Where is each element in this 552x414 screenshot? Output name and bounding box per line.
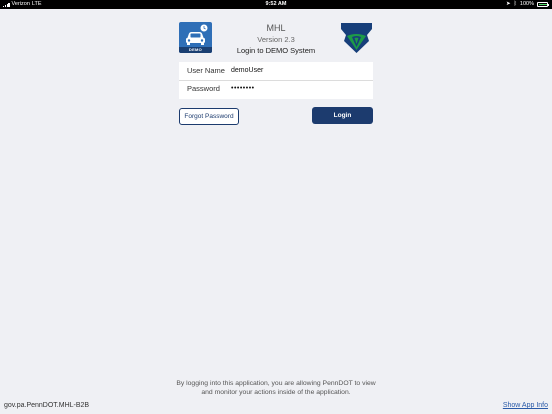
forgot-password-button[interactable]: Forgot Password bbox=[179, 108, 239, 125]
bluetooth-icon: ᛒ bbox=[513, 1, 517, 7]
login-form: User Name demoUser Password •••••••• bbox=[179, 62, 373, 99]
username-field[interactable]: demoUser bbox=[231, 62, 263, 80]
username-row: User Name demoUser bbox=[179, 62, 373, 81]
privacy-disclaimer: By logging into this application, you ar… bbox=[150, 379, 402, 397]
password-field[interactable]: •••••••• bbox=[231, 80, 255, 98]
disclaimer-line-1: By logging into this application, you ar… bbox=[176, 380, 376, 387]
battery-fill bbox=[538, 3, 548, 6]
penndot-keystone-logo bbox=[341, 23, 372, 53]
status-bar-right: ➤ ᛒ 100% bbox=[506, 0, 549, 9]
location-icon: ➤ bbox=[506, 1, 511, 7]
app-version: Version 2.3 bbox=[257, 35, 295, 44]
login-button[interactable]: Login bbox=[312, 107, 373, 124]
battery-percent: 100% bbox=[519, 1, 534, 7]
bundle-id: gov.pa.PennDOT.MHL-B2B bbox=[4, 402, 90, 409]
login-system-title: Login to DEMO System bbox=[236, 46, 316, 55]
show-app-info-link[interactable]: Show App Info bbox=[503, 402, 548, 409]
header: MHL Version 2.3 Login to DEMO System bbox=[200, 23, 352, 56]
app-name: MHL bbox=[266, 23, 286, 33]
status-time: 9:52 AM bbox=[265, 1, 287, 7]
password-label: Password bbox=[187, 84, 220, 93]
status-bar: Verizon LTE 9:52 AM ➤ ᛒ 100% bbox=[0, 0, 552, 9]
password-row: Password •••••••• bbox=[179, 80, 373, 98]
disclaimer-line-2: and monitor your actions inside of the a… bbox=[201, 389, 351, 396]
battery-icon bbox=[537, 2, 549, 7]
username-label: User Name bbox=[187, 66, 225, 75]
